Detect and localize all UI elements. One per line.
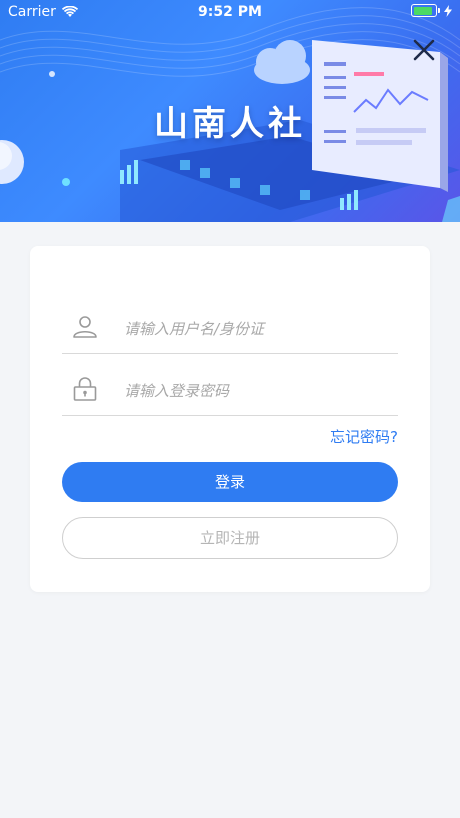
register-button[interactable]: 立即注册 bbox=[62, 517, 398, 559]
clock: 9:52 PM bbox=[198, 4, 262, 20]
login-button[interactable]: 登录 bbox=[62, 462, 398, 502]
user-icon bbox=[73, 316, 97, 338]
login-card: 忘记密码? 登录 立即注册 bbox=[30, 246, 430, 592]
lock-icon bbox=[73, 377, 97, 401]
login-screen: Carrier 9:52 PM 山南人社 请输入用户名/身份证 忘记密码? 登录… bbox=[0, 0, 460, 818]
forgot-password-link[interactable]: 忘记密码? bbox=[330, 426, 398, 447]
username-input[interactable] bbox=[124, 314, 394, 344]
status-bar: Carrier 9:52 PM bbox=[0, 0, 460, 24]
battery-indicator bbox=[411, 4, 452, 17]
close-button[interactable] bbox=[410, 36, 438, 64]
password-input[interactable] bbox=[124, 376, 394, 406]
password-field[interactable] bbox=[62, 370, 398, 416]
app-title: 山南人社 bbox=[154, 104, 306, 144]
header-banner: Carrier 9:52 PM 山南人社 bbox=[0, 0, 460, 222]
username-field[interactable] bbox=[62, 308, 398, 354]
close-icon[interactable] bbox=[410, 36, 438, 64]
battery-icon bbox=[411, 4, 437, 17]
charging-bolt-icon bbox=[444, 4, 452, 17]
